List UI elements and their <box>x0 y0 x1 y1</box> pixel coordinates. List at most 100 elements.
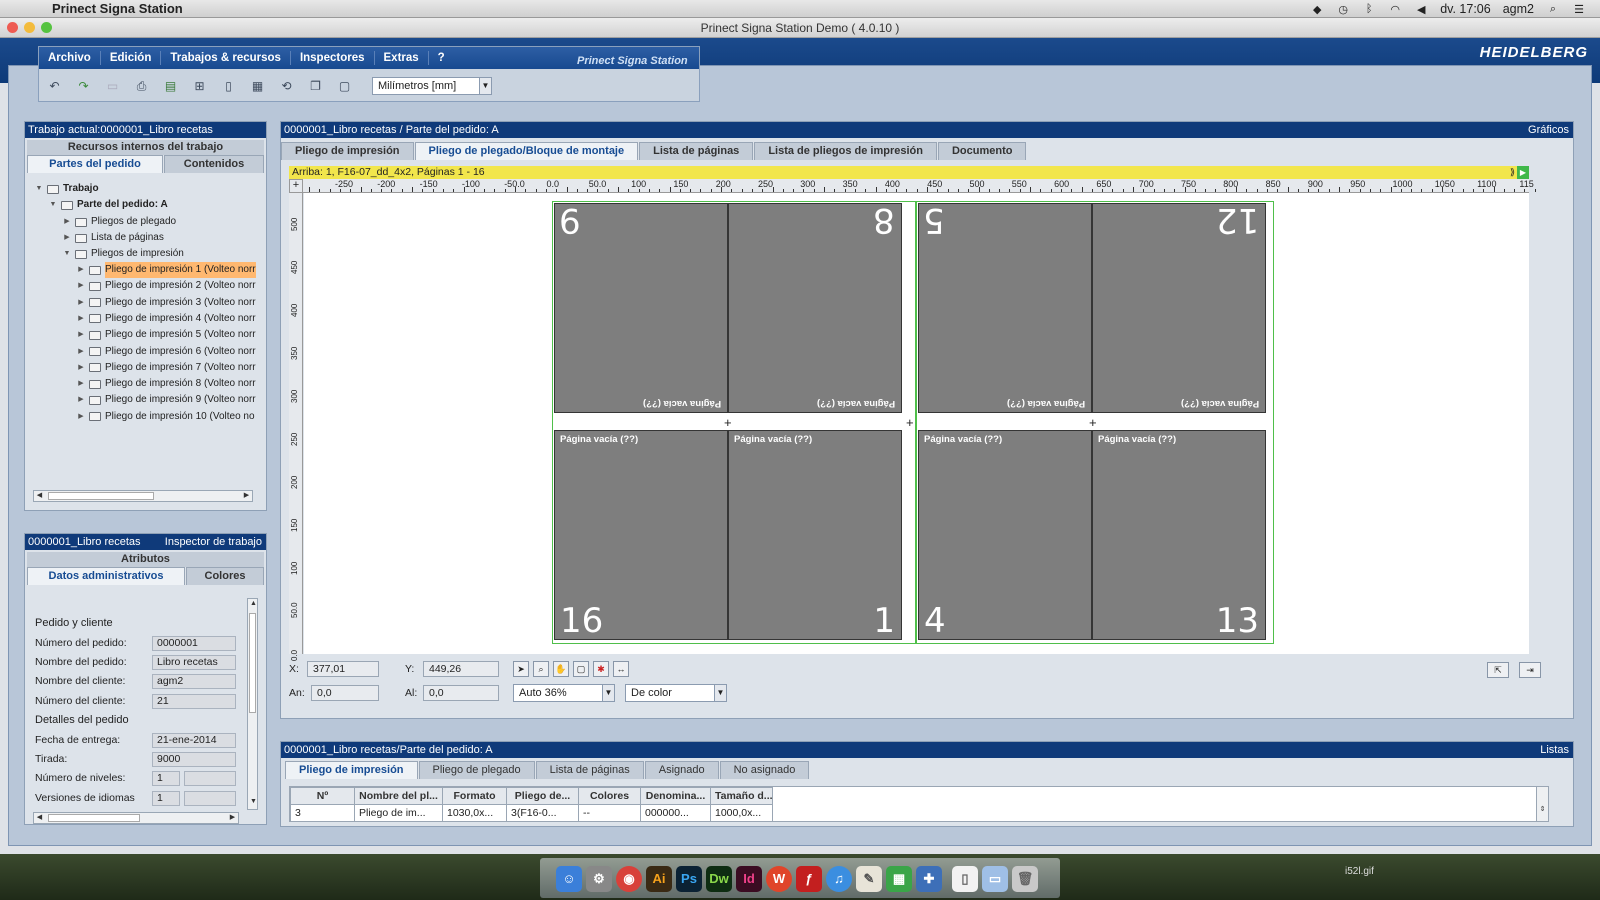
page-icon[interactable]: ▯ <box>219 77 238 95</box>
tab-partes[interactable]: Partes del pedido <box>27 155 163 173</box>
indesign-icon[interactable]: Id <box>736 866 762 892</box>
tree-node-press-sheet[interactable]: ▶ Pliego de impresión 3 (Volteo norr <box>77 295 255 311</box>
play-icon[interactable]: ▶ <box>1517 166 1529 179</box>
signa-dock-icon[interactable]: ✚ <box>916 866 942 892</box>
x-field[interactable]: 377,01 <box>307 661 379 677</box>
paste-icon[interactable]: ▢ <box>335 77 354 95</box>
close-window-icon[interactable] <box>7 22 18 33</box>
field-value-extra[interactable] <box>184 790 236 806</box>
menu-trabajos[interactable]: Trabajos & recursos <box>161 51 291 65</box>
chrome-icon[interactable]: ◉ <box>616 866 642 892</box>
scroll-thumb[interactable] <box>249 613 256 713</box>
menu-help[interactable]: ? <box>429 51 454 65</box>
scroll-right-icon[interactable]: ▶ <box>227 813 238 823</box>
page-9[interactable]: 9 Página vacía (??) <box>554 200 728 413</box>
measure-icon[interactable]: ↔ <box>613 661 629 677</box>
table-row[interactable]: 3 Pliego de im... 1030,0x... 3(F16-0... -- 00… <box>290 804 773 822</box>
scroll-left-icon[interactable]: ◀ <box>34 491 45 501</box>
column-header[interactable]: Formato <box>442 787 507 805</box>
maps-icon[interactable]: ▦ <box>886 866 912 892</box>
scroll-left-icon[interactable]: ◀ <box>34 813 45 823</box>
trash-icon[interactable]: 🗑 <box>1012 866 1038 892</box>
rotate-icon[interactable]: ⟲ <box>277 77 296 95</box>
clock[interactable]: dv. 17:06 <box>1440 2 1491 16</box>
inspector-vscrollbar[interactable]: ▲ ▼ <box>247 598 258 810</box>
tree-node-pages[interactable]: ▶ Lista de páginas <box>63 230 164 246</box>
page-13[interactable]: 13 Página vacía (??) <box>1092 430 1266 641</box>
wifi-icon[interactable]: ◠ <box>1388 3 1402 16</box>
field-value[interactable]: 1 <box>152 770 180 786</box>
hand-icon[interactable]: ✋ <box>553 661 569 677</box>
tab-contenidos[interactable]: Contenidos <box>164 155 264 173</box>
field-value[interactable]: 1 <box>152 790 180 806</box>
cut-icon[interactable]: ▭ <box>103 77 122 95</box>
menu-edicion[interactable]: Edición <box>101 51 162 65</box>
tree-node-press-sheet[interactable]: ▶ Pliego de impresión 7 (Volteo norr <box>77 360 255 376</box>
fit-icon[interactable]: ⇱ <box>1487 662 1509 678</box>
photoshop-icon[interactable]: Ps <box>676 866 702 892</box>
tree-node-press[interactable]: ▼ Pliegos de impresión <box>63 246 184 262</box>
dropbox-icon[interactable]: ◆ <box>1310 3 1324 16</box>
document-icon[interactable]: ▯ <box>952 866 978 892</box>
table-vscrollbar[interactable]: ⇕ <box>1536 787 1548 821</box>
scroll-right-icon[interactable]: ▶ <box>241 491 252 501</box>
volume-icon[interactable]: ◀ <box>1414 3 1428 16</box>
tab-graphics-4[interactable]: Documento <box>937 142 1027 160</box>
export-icon[interactable]: ⇥ <box>1519 662 1541 678</box>
office-icon[interactable]: W <box>766 866 792 892</box>
tree-node-press-sheet[interactable]: ▶ Pliego de impresión 8 (Volteo norr <box>77 376 255 392</box>
minimize-window-icon[interactable] <box>24 22 35 33</box>
marks-icon[interactable]: ⊞ <box>190 77 209 95</box>
bug-icon[interactable]: ✱ <box>593 661 609 677</box>
spotlight-icon[interactable]: ⌕ <box>1546 3 1560 16</box>
undo-icon[interactable]: ↶ <box>45 77 64 95</box>
tab-graphics-2[interactable]: Lista de páginas <box>639 142 754 160</box>
tree-node-part[interactable]: ▼ Parte del pedido: A <box>49 197 168 213</box>
page-5[interactable]: 5 Página vacía (??) <box>918 200 1092 413</box>
tab-graphics-0[interactable]: Pliego de impresión <box>281 142 414 160</box>
tab-lists-1[interactable]: Pliego de plegado <box>418 761 535 779</box>
sheet-icon[interactable]: ▦ <box>248 77 267 95</box>
column-header[interactable]: Pliego de... <box>506 787 579 805</box>
scroll-down-icon[interactable]: ▼ <box>248 797 259 807</box>
tab-lists-3[interactable]: Asignado <box>644 761 719 779</box>
copy-icon[interactable]: ❐ <box>306 77 325 95</box>
notification-center-icon[interactable]: ☰ <box>1572 3 1586 16</box>
user-name[interactable]: agm2 <box>1503 2 1534 16</box>
redo-icon[interactable]: ↷ <box>74 77 93 95</box>
print-icon[interactable]: ⎙ <box>132 77 151 95</box>
collapse-icon[interactable]: ⟫ <box>1510 166 1515 179</box>
dreamweaver-icon[interactable]: Dw <box>706 866 732 892</box>
time-machine-icon[interactable]: ◷ <box>1336 3 1350 16</box>
column-header[interactable]: Nº <box>290 787 355 805</box>
system-preferences-icon[interactable]: ⚙ <box>586 866 612 892</box>
zoom-icon[interactable]: ⌕ <box>533 661 549 677</box>
field-value-extra[interactable] <box>184 770 236 786</box>
tree-node-press-sheet[interactable]: ▶ Pliego de impresión 10 (Volteo no <box>77 409 254 425</box>
ruler-origin-icon[interactable]: + <box>289 179 303 193</box>
tab-datos-administrativos[interactable]: Datos administrativos <box>27 567 185 585</box>
tree-node-press-sheet[interactable]: ▶ Pliego de impresión 6 (Volteo norr <box>77 344 255 360</box>
folder-icon[interactable]: ▭ <box>982 866 1008 892</box>
y-field[interactable]: 449,26 <box>423 661 499 677</box>
scroll-stepper-icon[interactable]: ⇕ <box>1537 805 1548 815</box>
page-8[interactable]: 8 Página vacía (??) <box>728 200 902 413</box>
tree-hscrollbar[interactable]: ◀ ▶ <box>33 490 253 502</box>
finder-icon[interactable]: ☺ <box>556 866 582 892</box>
scroll-up-icon[interactable]: ▲ <box>248 599 259 609</box>
menu-extras[interactable]: Extras <box>375 51 429 65</box>
bluetooth-icon[interactable]: ᛒ <box>1362 3 1376 15</box>
field-value[interactable]: 0000001 <box>152 635 236 651</box>
scroll-thumb[interactable] <box>48 814 140 822</box>
tree-node-press-sheet[interactable]: ▶ Pliego de impresión 9 (Volteo norr <box>77 392 255 408</box>
color-mode-select[interactable]: De color ▼ <box>625 684 727 702</box>
scroll-thumb[interactable] <box>48 492 154 500</box>
field-value[interactable]: 9000 <box>152 751 236 767</box>
menu-inspectores[interactable]: Inspectores <box>291 51 375 65</box>
field-value[interactable]: Libro recetas <box>152 654 236 670</box>
tab-graphics-3[interactable]: Lista de pliegos de impresión <box>754 142 937 160</box>
tree-node-press-sheet[interactable]: ▶ Pliego de impresión 5 (Volteo norr <box>77 327 255 343</box>
tree-node-folding[interactable]: ▶ Pliegos de plegado <box>63 214 176 230</box>
tab-colores[interactable]: Colores <box>186 567 264 585</box>
width-field[interactable]: 0,0 <box>311 685 379 701</box>
